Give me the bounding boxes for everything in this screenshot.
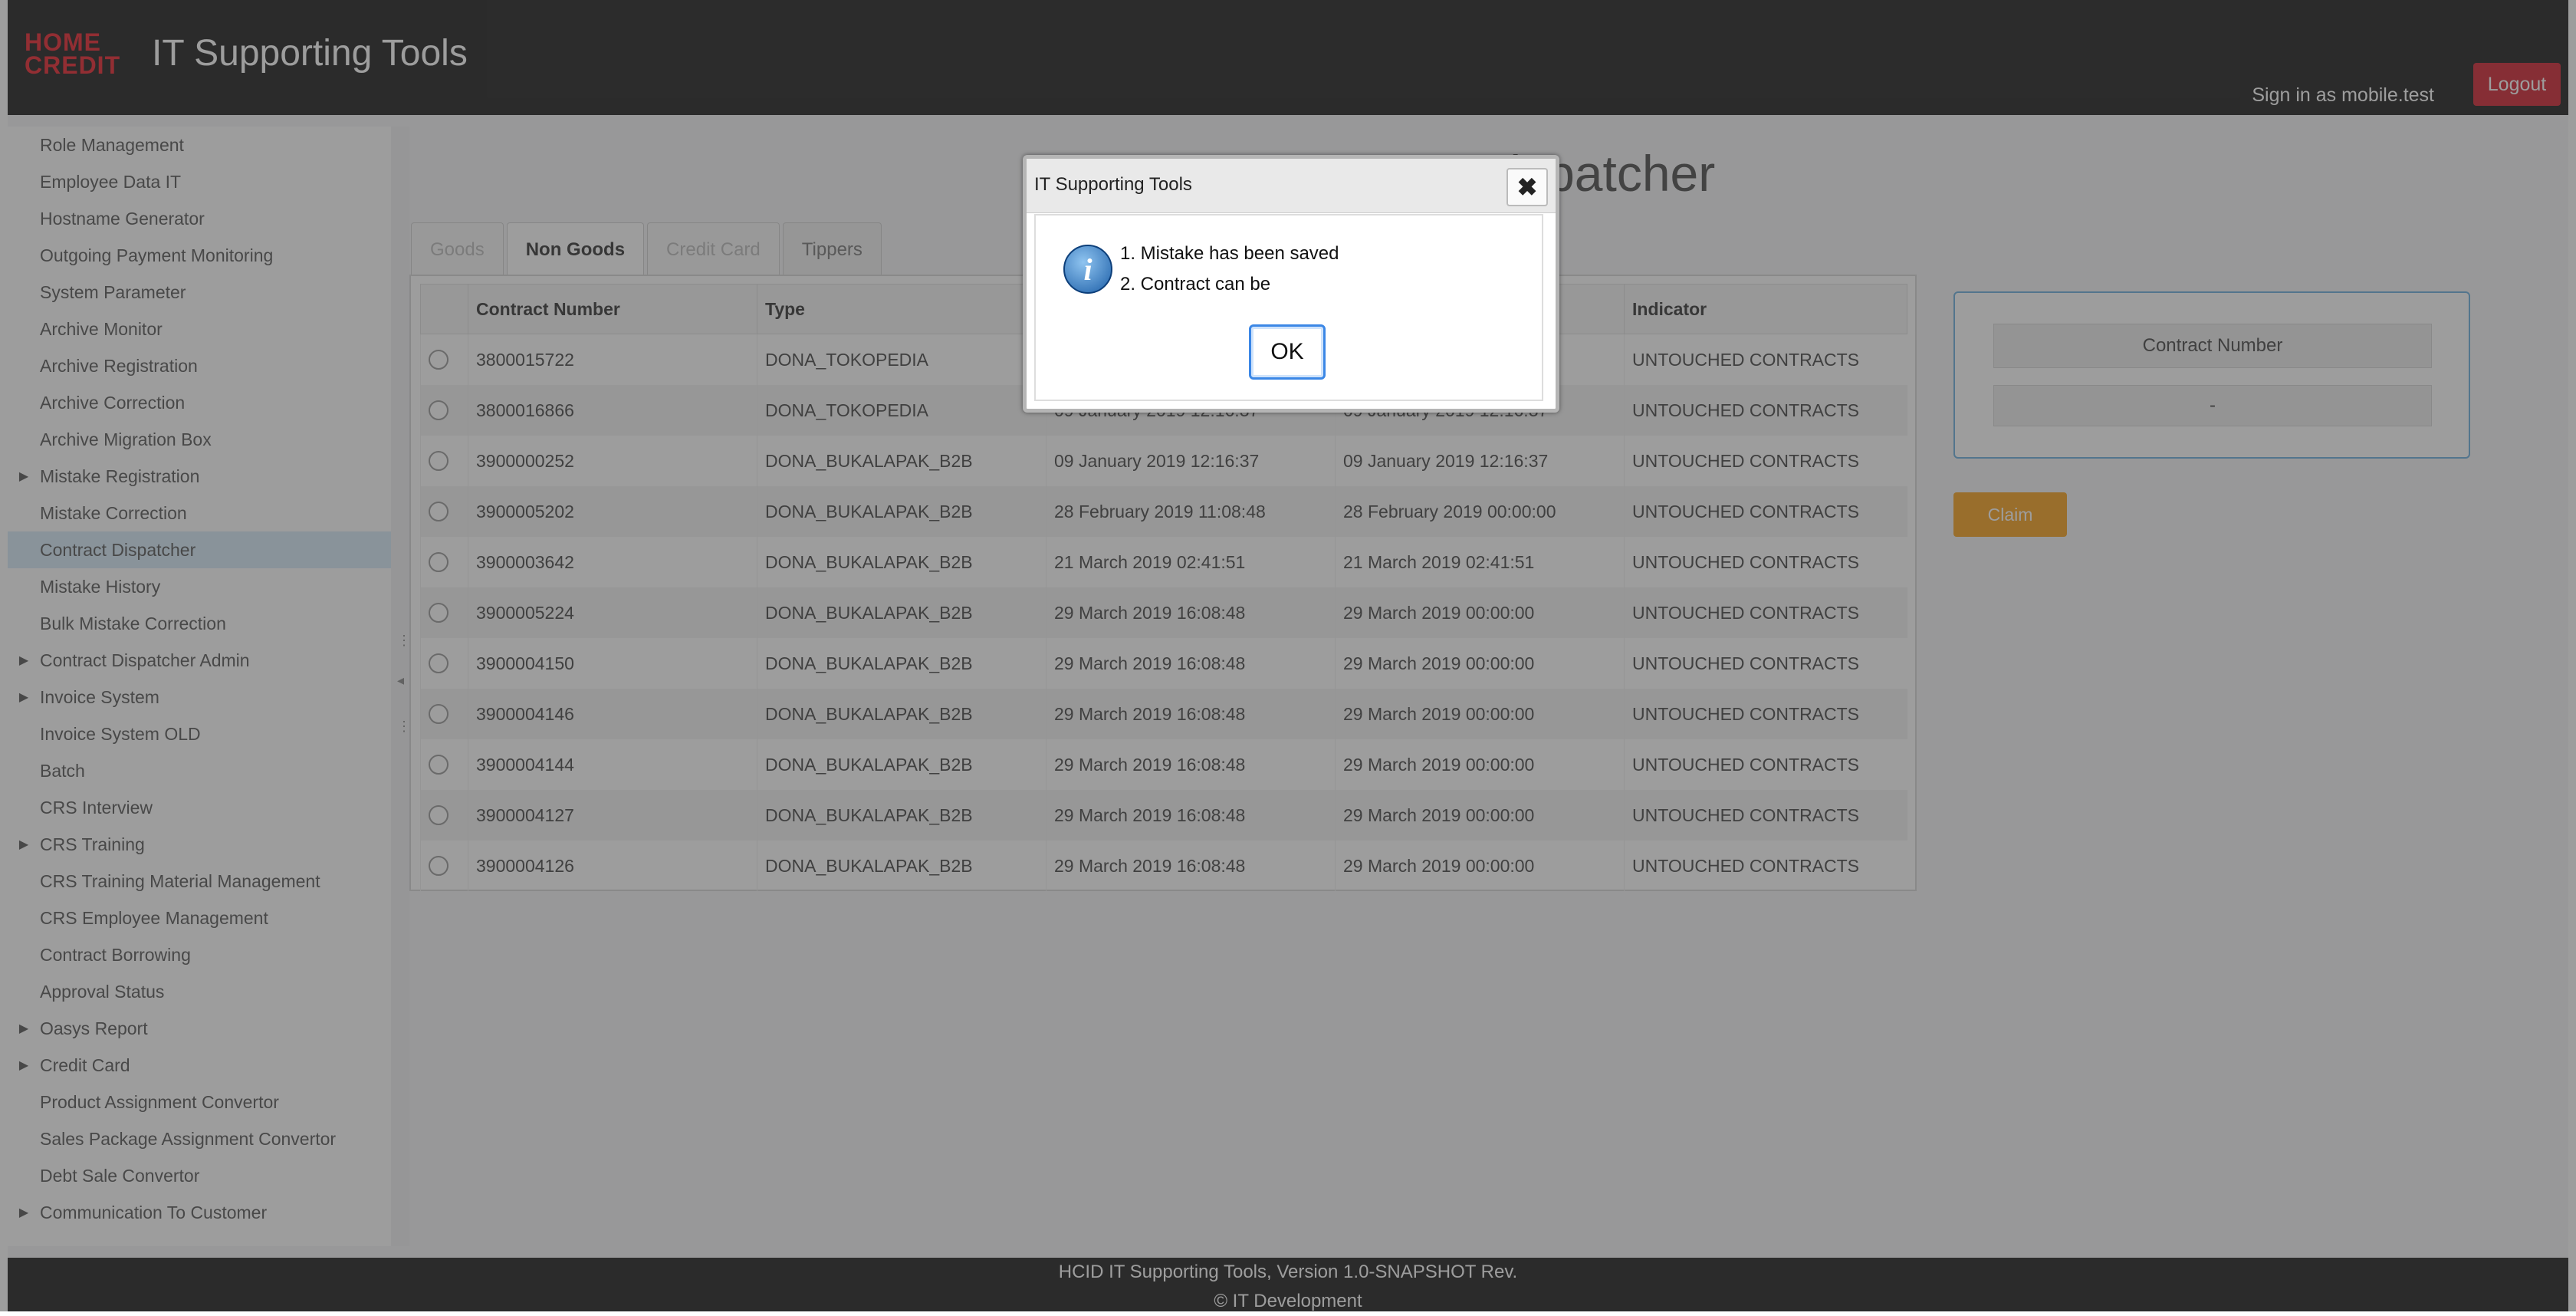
dialog-body: i 1. Mistake has been saved 2. Contract … [1034, 214, 1543, 401]
message-dialog: IT Supporting Tools ✖ i 1. Mistake has b… [1023, 155, 1559, 413]
info-icon: i [1063, 245, 1112, 294]
dialog-title: IT Supporting Tools [1034, 174, 1192, 195]
dialog-titlebar[interactable]: IT Supporting Tools ✖ [1027, 159, 1556, 213]
dialog-message-line-2: 2. Contract can be [1120, 274, 1271, 294]
ok-button[interactable]: OK [1249, 324, 1326, 380]
close-icon[interactable]: ✖ [1506, 168, 1548, 206]
dialog-message-line-1: 1. Mistake has been saved [1120, 243, 1339, 264]
